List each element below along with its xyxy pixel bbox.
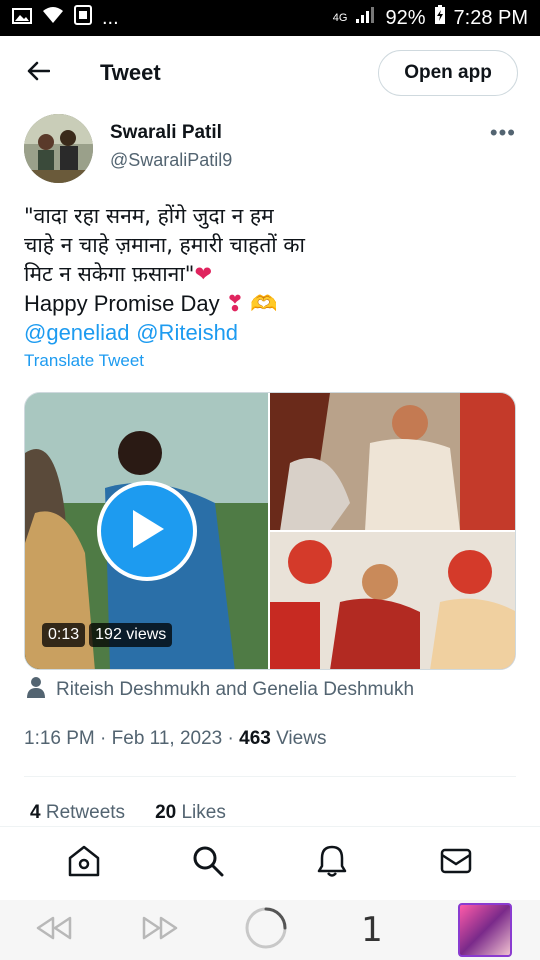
- likes-label: Likes: [176, 802, 226, 823]
- tweet-line: "वादा रहा सनम, होंगे जुदा न हम: [24, 204, 274, 228]
- photo-grid: [268, 393, 515, 669]
- retweets-stat[interactable]: 4 Retweets: [30, 802, 125, 824]
- battery-percent: 92%: [385, 6, 426, 29]
- author-name[interactable]: Swarali Patil: [110, 122, 222, 144]
- person-icon: [26, 676, 46, 704]
- browser-back-button[interactable]: [34, 910, 74, 950]
- video-badge: 0:13 192 views: [42, 623, 173, 647]
- page-title: Tweet: [100, 60, 161, 85]
- tweet-author: Swarali Patil @SwaraliPatil9 •••: [24, 114, 520, 184]
- tweet-line: Happy Promise Day ❣ 🫶: [24, 289, 520, 318]
- battery-icon: [434, 5, 446, 31]
- views-count: 463: [239, 728, 271, 749]
- likes-stat[interactable]: 20 Likes: [155, 802, 226, 824]
- tab-switcher-button[interactable]: 1: [352, 910, 392, 950]
- mention-link[interactable]: @Riteishd: [136, 320, 238, 345]
- tweet-date[interactable]: Feb 11, 2023: [112, 728, 223, 749]
- tweet-text: "वादा रहा सनम, होंगे जुदा न हम चाहे न चा…: [24, 202, 520, 348]
- more-options-icon[interactable]: •••: [490, 120, 516, 146]
- heart-emoji: ❤: [194, 262, 213, 286]
- bottom-nav: [0, 826, 540, 900]
- clock: 7:28 PM: [453, 6, 528, 29]
- fast-forward-icon: [141, 915, 179, 946]
- open-app-button[interactable]: Open app: [378, 50, 518, 96]
- browser-reload-button[interactable]: [245, 907, 287, 950]
- tweet-time[interactable]: 1:16 PM: [24, 728, 95, 749]
- tweet-timestamp: 1:16 PM · Feb 11, 2023 · 463 Views: [24, 728, 326, 750]
- bell-icon: [317, 844, 347, 883]
- search-icon: [192, 845, 224, 882]
- video-player[interactable]: 0:13 192 views: [25, 393, 268, 669]
- tab-search[interactable]: [188, 844, 228, 884]
- heart-exclamation-emoji: ❣ 🫶: [225, 291, 278, 316]
- play-button[interactable]: [97, 481, 197, 581]
- tab-notifications[interactable]: [312, 844, 352, 884]
- image-icon: [12, 7, 32, 30]
- tab-messages[interactable]: [436, 844, 476, 884]
- loading-spinner-icon: [244, 906, 288, 955]
- tweet-line: चाहे न चाहे ज़माना, हमारी चाहतों का: [24, 233, 305, 257]
- profile-thumbnail[interactable]: [458, 903, 512, 957]
- retweets-label: Retweets: [40, 802, 126, 823]
- mail-icon: [440, 848, 472, 879]
- tweet-line-text: मिट न सकेगा फ़साना": [24, 262, 195, 286]
- retweets-count: 4: [30, 802, 41, 823]
- status-bar: ... 4G 92% 7:28 PM: [0, 0, 540, 36]
- avatar[interactable]: [24, 114, 93, 183]
- author-handle[interactable]: @SwaraliPatil9: [110, 150, 232, 171]
- tweet-line: मिट न सकेगा फ़साना"❤: [24, 260, 520, 289]
- shield-icon: [74, 5, 92, 31]
- tweet-media: 0:13 192 views: [24, 392, 516, 670]
- translate-tweet-link[interactable]: Translate Tweet: [24, 351, 144, 371]
- network-type: 4G: [332, 12, 348, 24]
- tweet-stats: 4 Retweets 20 Likes: [30, 802, 226, 824]
- divider: [24, 776, 516, 777]
- wifi-icon: [42, 6, 64, 30]
- browser-toolbar: 1: [0, 900, 540, 960]
- tweet-mentions: @geneliad @Riteishd: [24, 318, 520, 348]
- home-icon: [67, 845, 101, 882]
- video-views: 192 views: [89, 623, 173, 647]
- separator: ·: [94, 728, 112, 749]
- likes-count: 20: [155, 802, 177, 823]
- tab-home[interactable]: [64, 844, 104, 884]
- notification-more: ...: [102, 6, 119, 29]
- back-button[interactable]: [22, 57, 54, 89]
- mention-link[interactable]: @geneliad: [24, 320, 130, 345]
- play-icon: [127, 507, 167, 556]
- video-duration: 0:13: [42, 623, 86, 647]
- photo[interactable]: [270, 532, 515, 669]
- tagged-names: Riteish Deshmukh and Genelia Deshmukh: [56, 679, 415, 700]
- arrow-left-icon: [26, 61, 51, 86]
- tagged-people[interactable]: Riteish Deshmukh and Genelia Deshmukh: [26, 676, 414, 704]
- photo[interactable]: [270, 393, 515, 532]
- top-bar: Tweet Open app: [0, 36, 540, 110]
- separator: ·: [222, 728, 240, 749]
- signal-icon: [355, 6, 377, 30]
- tweet-line-text: Happy Promise Day: [24, 291, 226, 316]
- tab-count: 1: [361, 910, 383, 950]
- rewind-icon: [35, 915, 73, 946]
- browser-forward-button[interactable]: [140, 910, 180, 950]
- views-label: Views: [270, 728, 327, 749]
